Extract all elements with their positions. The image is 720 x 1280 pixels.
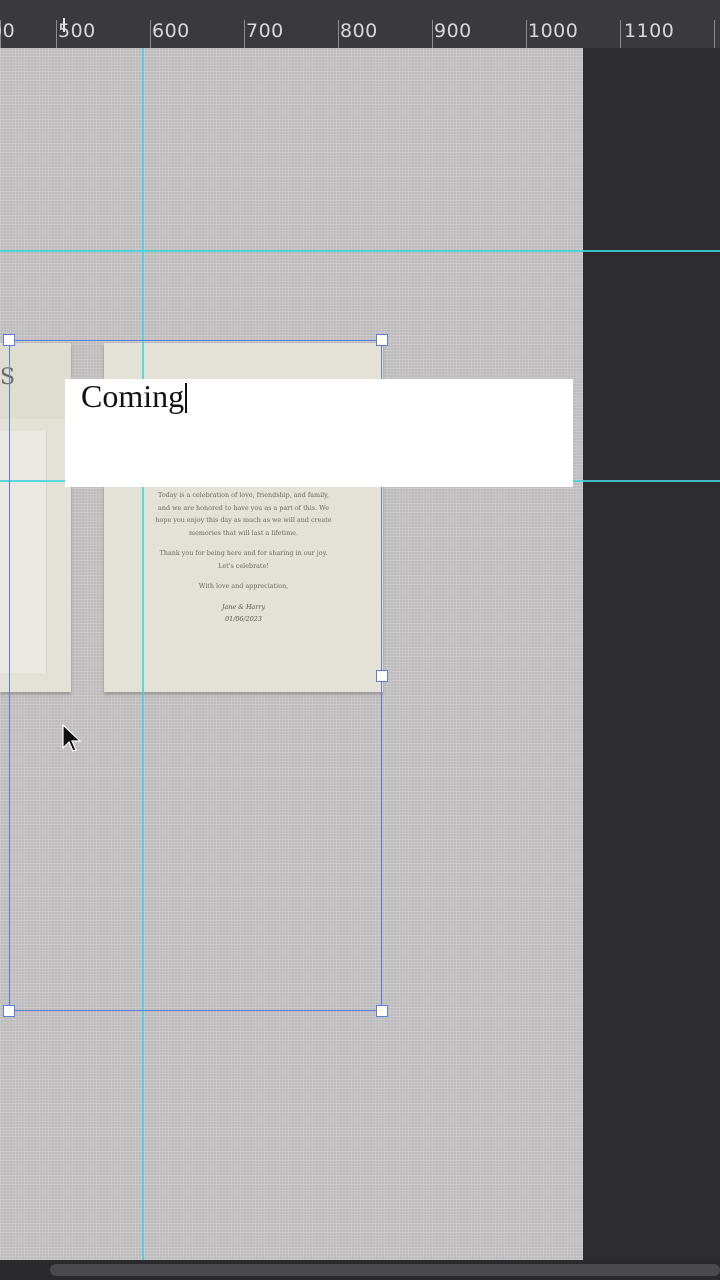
ruler-label: 1100	[624, 20, 675, 42]
ruler-tick	[338, 20, 339, 48]
ruler-tick	[432, 20, 433, 48]
resize-handle-bottom-left[interactable]	[3, 1005, 15, 1017]
pasteboard	[583, 48, 720, 1260]
text-frame[interactable]: Coming	[65, 379, 573, 487]
resize-handle-middle-right[interactable]	[376, 670, 388, 682]
ruler-tick	[620, 20, 621, 48]
ruler-label: 600	[152, 20, 190, 42]
ruler-tick	[526, 20, 527, 48]
text-frame-value: Coming	[81, 378, 185, 414]
text-caret	[185, 383, 188, 413]
arrow-cursor-icon	[62, 724, 82, 752]
horizontal-guide[interactable]	[0, 250, 720, 252]
text-frame-content[interactable]: Coming	[81, 378, 188, 414]
resize-handle-bottom-right[interactable]	[376, 1005, 388, 1017]
resize-handle-top-right[interactable]	[376, 334, 388, 346]
ruler-label: 1000	[528, 20, 579, 42]
ruler-tick	[244, 20, 245, 48]
horizontal-ruler[interactable]: 00 500 600 700 800 900 1000 1100	[0, 0, 720, 49]
ruler-tick	[56, 20, 57, 48]
ruler-label: 900	[434, 20, 472, 42]
ruler-label: 700	[246, 20, 284, 42]
resize-handle-top-left[interactable]	[3, 334, 15, 346]
ruler-tick	[714, 20, 715, 48]
ruler-position-marker	[63, 18, 65, 32]
ruler-label: 00	[0, 20, 16, 42]
ruler-tick	[150, 20, 151, 48]
horizontal-scrollbar[interactable]	[0, 1260, 720, 1280]
ruler-label: 800	[340, 20, 378, 42]
scrollbar-thumb[interactable]	[50, 1264, 720, 1276]
